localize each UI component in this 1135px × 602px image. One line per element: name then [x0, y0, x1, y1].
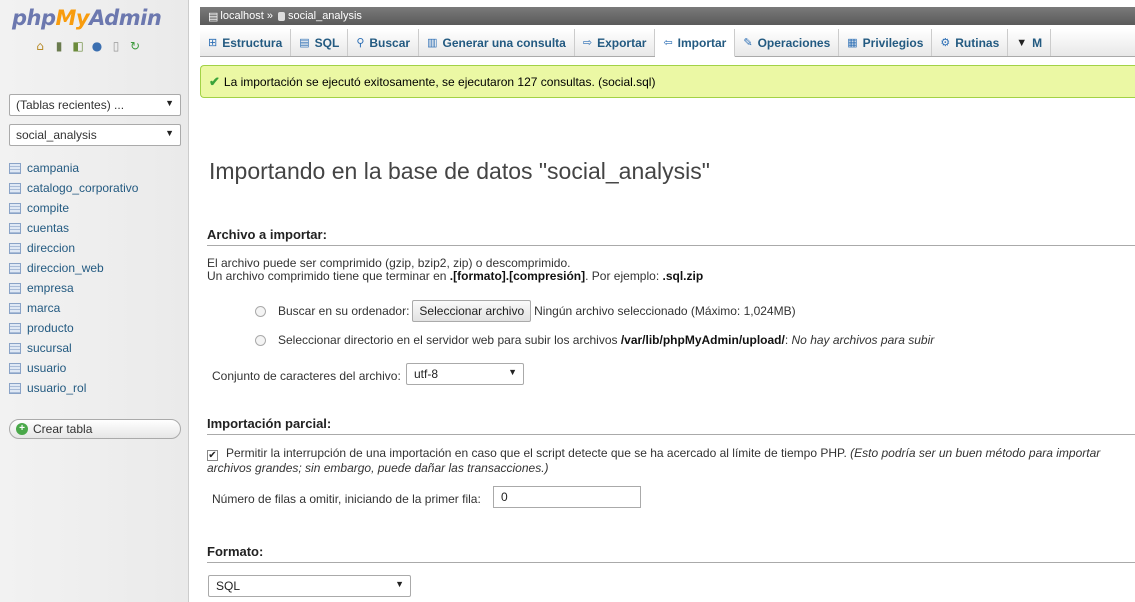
table-list: campania catalogo_corporativo compite cu… — [9, 158, 138, 398]
table-item[interactable]: catalogo_corporativo — [9, 178, 138, 198]
allow-interrupt-row: ✔ Permitir la interrupción de una importa… — [207, 446, 1127, 476]
table-name: empresa — [27, 281, 74, 295]
directory-path: /var/lib/phpMyAdmin/upload/ — [620, 333, 785, 347]
directory-label: Seleccionar directorio en el servidor we… — [278, 333, 621, 347]
table-icon — [9, 182, 21, 194]
table-icon — [9, 262, 21, 274]
charset-value: utf-8 — [414, 367, 439, 381]
chevron-down-icon: ▼ — [508, 367, 517, 377]
partial-section-heading: Importación parcial: — [207, 416, 1135, 435]
table-name: direccion — [27, 241, 76, 255]
table-icon — [9, 342, 21, 354]
browse-label: Buscar en su ordenador: — [278, 304, 410, 318]
file-desc-2: Un archivo comprimido tiene que terminar… — [207, 269, 703, 283]
database-select-value: social_analysis — [16, 128, 97, 142]
chevron-down-icon: ▼ — [395, 579, 404, 589]
table-icon — [9, 302, 21, 314]
table-item[interactable]: direccion — [9, 238, 138, 258]
allow-interrupt-checkbox[interactable]: ✔ — [207, 450, 218, 461]
directory-colon: : — [784, 333, 792, 347]
docs-icon[interactable]: ▯ — [109, 39, 123, 53]
recent-tables-select[interactable]: (Tablas recientes) ... ▼ — [9, 94, 181, 116]
allow-interrupt-label: Permitir la interrupción de una importac… — [226, 446, 847, 460]
file-desc-2-prefix: Un archivo comprimido tiene que terminar… — [207, 269, 450, 283]
table-icon — [9, 202, 21, 214]
reload-icon[interactable]: ↻ — [128, 39, 142, 53]
format-value: SQL — [216, 579, 241, 593]
table-item[interactable]: empresa — [9, 278, 138, 298]
table-icon — [9, 382, 21, 394]
file-desc-2-mid: . Por ejemplo: — [585, 269, 663, 283]
table-name: usuario_rol — [27, 381, 87, 395]
table-name: marca — [27, 301, 61, 315]
logo-admin: Admin — [89, 6, 162, 30]
file-desc-2-format: .[formato].[compresión] — [449, 269, 586, 283]
table-item[interactable]: usuario — [9, 358, 138, 378]
file-section-heading: Archivo a importar: — [207, 227, 1135, 246]
table-name: usuario — [27, 361, 67, 375]
table-icon — [9, 222, 21, 234]
table-name: sucursal — [27, 341, 72, 355]
table-icon — [9, 362, 21, 374]
recent-tables-value: (Tablas recientes) ... — [16, 98, 125, 112]
chevron-down-icon: ▼ — [165, 128, 174, 138]
help-icon[interactable]: ● — [90, 39, 104, 53]
table-item[interactable]: usuario_rol — [9, 378, 138, 398]
directory-note: No hay archivos para subir — [791, 333, 935, 347]
plus-icon: + — [16, 423, 28, 435]
table-name: catalogo_corporativo — [27, 181, 139, 195]
file-desc-2-example: .sql.zip — [662, 269, 704, 283]
phpmyadmin-logo[interactable]: phpMyAdmin — [12, 6, 162, 30]
chevron-down-icon: ▼ — [165, 98, 174, 108]
browse-status: Ningún archivo seleccionado (Máximo: 1,0… — [534, 304, 796, 318]
table-name: direccion_web — [27, 261, 104, 275]
table-item[interactable]: direccion_web — [9, 258, 138, 278]
browse-row: Buscar en su ordenador: Seleccionar arch… — [255, 300, 796, 322]
directory-radio[interactable] — [255, 335, 266, 347]
table-name: cuentas — [27, 221, 70, 235]
table-item[interactable]: sucursal — [9, 338, 138, 358]
skip-rows-input[interactable]: 0 — [493, 486, 641, 508]
table-name: campania — [27, 161, 80, 175]
format-section-heading: Formato: — [207, 544, 1135, 563]
table-name: compite — [27, 201, 70, 215]
skip-rows-label: Número de filas a omitir, iniciando de l… — [212, 492, 481, 506]
main-content: Importando en la base de datos "social_a… — [207, 0, 1135, 602]
quick-icons: ⌂ ▮ ◧ ● ▯ ↻ — [33, 39, 142, 53]
choose-file-button[interactable]: Seleccionar archivo — [412, 300, 532, 322]
table-name: producto — [27, 321, 74, 335]
logout-icon[interactable]: ▮ — [52, 39, 66, 53]
charset-label: Conjunto de caracteres del archivo: — [212, 369, 401, 383]
table-item[interactable]: cuentas — [9, 218, 138, 238]
table-icon — [9, 282, 21, 294]
logo-my: My — [55, 6, 90, 30]
file-desc-1: El archivo puede ser comprimido (gzip, b… — [207, 256, 571, 270]
table-icon — [9, 242, 21, 254]
navigation-panel: phpMyAdmin ⌂ ▮ ◧ ● ▯ ↻ (Tablas recientes… — [0, 0, 189, 602]
table-item[interactable]: producto — [9, 318, 138, 338]
page-title: Importando en la base de datos "social_a… — [209, 158, 710, 184]
table-item[interactable]: campania — [9, 158, 138, 178]
table-item[interactable]: marca — [9, 298, 138, 318]
browse-radio[interactable] — [255, 305, 266, 317]
table-item[interactable]: compite — [9, 198, 138, 218]
create-table-label: Crear tabla — [33, 422, 93, 436]
charset-select[interactable]: utf-8 ▼ — [406, 363, 524, 385]
query-icon[interactable]: ◧ — [71, 39, 85, 53]
table-icon — [9, 322, 21, 334]
directory-row: Seleccionar directorio en el servidor we… — [255, 333, 934, 347]
create-table-button[interactable]: + Crear tabla — [9, 419, 181, 439]
format-select[interactable]: SQL ▼ — [208, 575, 411, 597]
database-select[interactable]: social_analysis ▼ — [9, 124, 181, 146]
logo-php: php — [12, 6, 56, 30]
home-icon[interactable]: ⌂ — [33, 39, 47, 53]
table-icon — [9, 162, 21, 174]
